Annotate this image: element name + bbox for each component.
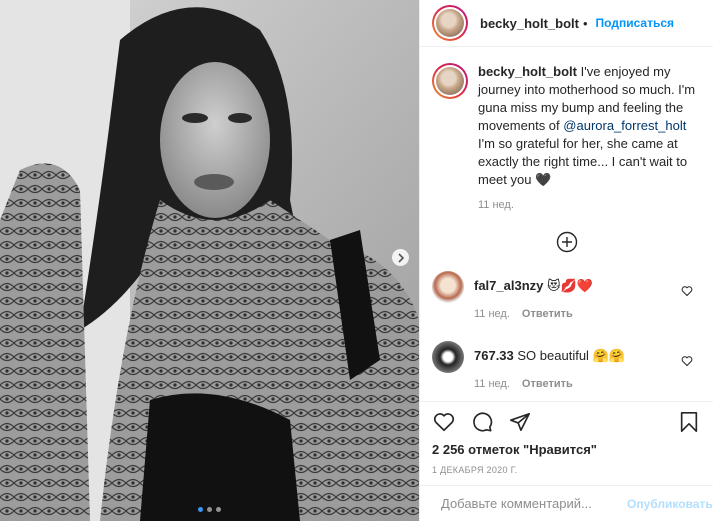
comment-item: fal7_al3nzy 😻💋❤️ 11 нед. Ответить <box>432 271 701 323</box>
comment-button[interactable] <box>470 410 494 434</box>
author-username[interactable]: becky_holt_bolt <box>480 16 579 31</box>
comment-username[interactable]: fal7_al3nzy <box>474 278 543 293</box>
caption-body-end: I'm so grateful for her, she came at exa… <box>478 136 688 187</box>
publish-button[interactable]: Опубликовать <box>627 497 713 511</box>
photo-image <box>0 0 419 521</box>
post-header: becky_holt_bolt • Подписаться <box>420 0 713 47</box>
carousel-dot <box>207 507 212 512</box>
comment-username[interactable]: 767.33 <box>474 348 514 363</box>
comment-item: 767.33 SO beautiful 🤗🤗 11 нед. Ответить <box>432 341 701 393</box>
follow-button[interactable]: Подписаться <box>596 16 674 30</box>
comment-text: 😻💋❤️ <box>547 278 593 293</box>
bookmark-icon <box>680 412 698 432</box>
comments-area[interactable]: becky_holt_bolt I've enjoyed my journey … <box>420 47 713 401</box>
caption-time[interactable]: 11 нед. <box>478 199 701 211</box>
reply-button[interactable]: Ответить <box>522 305 573 323</box>
heart-icon <box>433 413 455 432</box>
caption-mention[interactable]: @aurora_forrest_holt <box>563 118 686 133</box>
post-date[interactable]: 1 ДЕКАБРЯ 2020 Г. <box>432 465 701 475</box>
post-sidebar: becky_holt_bolt • Подписаться becky_holt… <box>419 0 713 521</box>
reply-button[interactable]: Ответить <box>522 375 573 393</box>
carousel-dot <box>216 507 221 512</box>
carousel-dots <box>0 507 419 512</box>
caption-text: becky_holt_bolt I've enjoyed my journey … <box>478 63 701 189</box>
post-view: becky_holt_bolt • Подписаться becky_holt… <box>0 0 713 521</box>
save-button[interactable] <box>677 410 701 434</box>
like-button[interactable] <box>432 410 456 434</box>
comment-text: SO beautiful 🤗🤗 <box>517 348 625 363</box>
header-separator: • <box>582 15 588 31</box>
caption-username[interactable]: becky_holt_bolt <box>478 64 577 79</box>
comment-avatar[interactable] <box>432 271 464 303</box>
share-icon <box>510 412 530 432</box>
author-avatar[interactable] <box>432 5 468 41</box>
comment-input[interactable] <box>441 496 617 511</box>
add-circle-icon <box>556 231 577 253</box>
comment-icon <box>473 412 493 432</box>
next-slide-button[interactable] <box>392 249 409 266</box>
comment-like-icon[interactable] <box>681 355 693 367</box>
likes-count[interactable]: 2 256 отметок "Нравится" <box>432 442 701 457</box>
chevron-right-icon <box>397 252 404 263</box>
caption: becky_holt_bolt I've enjoyed my journey … <box>432 63 701 211</box>
add-comment-bar: Опубликовать <box>419 485 713 521</box>
caption-avatar[interactable] <box>432 63 468 99</box>
carousel-dot <box>198 507 203 512</box>
post-photo[interactable] <box>0 0 419 521</box>
share-button[interactable] <box>508 410 532 434</box>
comment-time[interactable]: 11 нед. <box>474 375 510 393</box>
comment-avatar[interactable] <box>432 341 464 373</box>
comment-time[interactable]: 11 нед. <box>474 305 510 323</box>
load-more-comments-button[interactable] <box>432 231 701 253</box>
comment-like-icon[interactable] <box>681 285 693 297</box>
